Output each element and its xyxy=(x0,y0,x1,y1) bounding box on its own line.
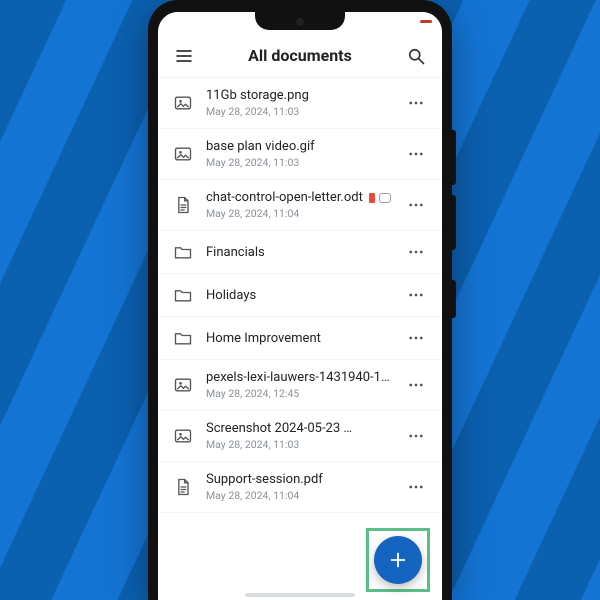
file-meta: base plan video.gif May 28, 2024, 11:03 xyxy=(206,139,392,169)
folder-icon xyxy=(173,285,193,305)
list-item[interactable]: chat-control-open-letter.odt May 28, 2024… xyxy=(158,180,442,231)
phone-frame: All documents 11Gb storage.png May 28, 20… xyxy=(148,0,452,600)
search-button[interactable] xyxy=(402,42,430,70)
volume-up-button xyxy=(452,130,456,185)
screen: All documents 11Gb storage.png May 28, 20… xyxy=(158,12,442,600)
file-list[interactable]: 11Gb storage.pngMay 28, 2024, 11:03base … xyxy=(158,78,442,600)
folder-thumb xyxy=(172,327,194,349)
priority-badge-icon xyxy=(369,193,375,203)
file-name: 11Gb storage.png xyxy=(206,88,392,103)
folder-thumb xyxy=(172,241,194,263)
file-name: Screenshot 2024-05-23 … xyxy=(206,421,392,436)
more-button[interactable] xyxy=(404,329,428,347)
image-thumb xyxy=(172,143,194,165)
battery-low-icon xyxy=(420,20,432,23)
phone-notch xyxy=(255,12,345,30)
document-icon xyxy=(173,477,193,497)
file-date: May 28, 2024, 11:03 xyxy=(206,156,392,169)
file-meta: Support-session.pdf May 28, 2024, 11:04 xyxy=(206,472,392,502)
add-button[interactable] xyxy=(374,536,422,584)
file-date: May 28, 2024, 11:03 xyxy=(206,438,392,451)
file-meta: Home Improvement xyxy=(206,331,392,346)
list-item[interactable]: base plan video.gif May 28, 2024, 11:03 xyxy=(158,129,442,180)
more-icon xyxy=(407,427,425,445)
comment-badge-icon xyxy=(379,193,391,203)
search-icon xyxy=(406,46,426,66)
file-name: chat-control-open-letter.odt xyxy=(206,190,392,205)
plus-icon xyxy=(387,549,409,571)
more-button[interactable] xyxy=(404,196,428,214)
image-thumb xyxy=(172,425,194,447)
more-icon xyxy=(407,376,425,394)
file-name: pexels-lexi-lauwers-1431940-1… xyxy=(206,370,392,385)
file-date: May 28, 2024, 12:45 xyxy=(206,387,392,400)
hamburger-icon xyxy=(174,46,194,66)
image-icon xyxy=(173,144,193,164)
app-header: All documents xyxy=(158,34,442,78)
more-button[interactable] xyxy=(404,427,428,445)
file-name: Financials xyxy=(206,245,392,260)
more-icon xyxy=(407,286,425,304)
file-meta: Financials xyxy=(206,245,392,260)
more-icon xyxy=(407,243,425,261)
list-item[interactable]: pexels-lexi-lauwers-1431940-1… May 28, 20… xyxy=(158,360,442,411)
more-button[interactable] xyxy=(404,243,428,261)
doc-thumb xyxy=(172,476,194,498)
image-thumb xyxy=(172,92,194,114)
file-date: May 28, 2024, 11:03 xyxy=(206,105,392,118)
more-button[interactable] xyxy=(404,94,428,112)
more-icon xyxy=(407,196,425,214)
home-indicator xyxy=(245,593,355,597)
more-icon xyxy=(407,145,425,163)
file-name: base plan video.gif xyxy=(206,139,392,154)
list-item[interactable]: 11Gb storage.png May 28, 2024, 11:03 xyxy=(158,78,442,129)
fab-highlight xyxy=(366,528,430,592)
file-meta: pexels-lexi-lauwers-1431940-1… May 28, 20… xyxy=(206,370,392,400)
file-meta: 11Gb storage.png May 28, 2024, 11:03 xyxy=(206,88,392,118)
doc-thumb xyxy=(172,194,194,216)
folder-icon xyxy=(173,328,193,348)
document-icon xyxy=(173,195,193,215)
file-meta: chat-control-open-letter.odt May 28, 2024… xyxy=(206,190,392,220)
more-icon xyxy=(407,478,425,496)
more-button[interactable] xyxy=(404,286,428,304)
menu-button[interactable] xyxy=(170,42,198,70)
folder-thumb xyxy=(172,284,194,306)
file-date: May 28, 2024, 11:04 xyxy=(206,489,392,502)
file-meta: Holidays xyxy=(206,288,392,303)
file-badges xyxy=(369,193,391,203)
list-item[interactable]: Home Improvement xyxy=(158,317,442,360)
image-icon xyxy=(173,93,193,113)
power-button xyxy=(452,280,456,318)
more-icon xyxy=(407,329,425,347)
list-item[interactable]: Support-session.pdf May 28, 2024, 11:04 xyxy=(158,462,442,513)
file-date: May 28, 2024, 11:04 xyxy=(206,207,392,220)
more-icon xyxy=(407,94,425,112)
more-button[interactable] xyxy=(404,478,428,496)
list-item[interactable]: Holidays xyxy=(158,274,442,317)
file-meta: Screenshot 2024-05-23 … May 28, 2024, 11:… xyxy=(206,421,392,451)
file-name: Support-session.pdf xyxy=(206,472,392,487)
page-title: All documents xyxy=(248,46,352,65)
list-item[interactable]: Financials xyxy=(158,231,442,274)
image-icon xyxy=(173,375,193,395)
image-thumb xyxy=(172,374,194,396)
list-item[interactable]: Screenshot 2024-05-23 … May 28, 2024, 11:… xyxy=(158,411,442,462)
file-name: Holidays xyxy=(206,288,392,303)
more-button[interactable] xyxy=(404,145,428,163)
more-button[interactable] xyxy=(404,376,428,394)
volume-down-button xyxy=(452,195,456,250)
folder-icon xyxy=(173,242,193,262)
file-name: Home Improvement xyxy=(206,331,392,346)
image-icon xyxy=(173,426,193,446)
